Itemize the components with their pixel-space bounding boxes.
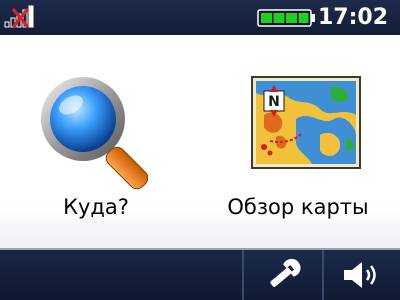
main-menu: Куда? N Обзор карты	[0, 35, 400, 250]
status-bar: 17:02	[0, 0, 400, 35]
svg-text:N: N	[268, 94, 280, 110]
wrench-icon	[270, 258, 301, 287]
where-to-button[interactable]: Куда?	[0, 35, 200, 250]
volume-button[interactable]	[322, 250, 400, 300]
magnifying-glass-icon	[41, 77, 148, 190]
settings-button[interactable]	[242, 250, 322, 300]
bottom-toolbar	[0, 250, 400, 300]
battery-full-icon	[257, 9, 315, 27]
where-to-label: Куда?	[63, 195, 129, 219]
map-icon: N	[251, 76, 361, 169]
speaker-icon	[344, 262, 376, 288]
view-map-button[interactable]: N Обзор карты	[200, 35, 400, 250]
no-gps-signal-icon	[4, 5, 34, 28]
clock: 17:02	[317, 5, 388, 30]
view-map-label: Обзор карты	[227, 195, 369, 219]
